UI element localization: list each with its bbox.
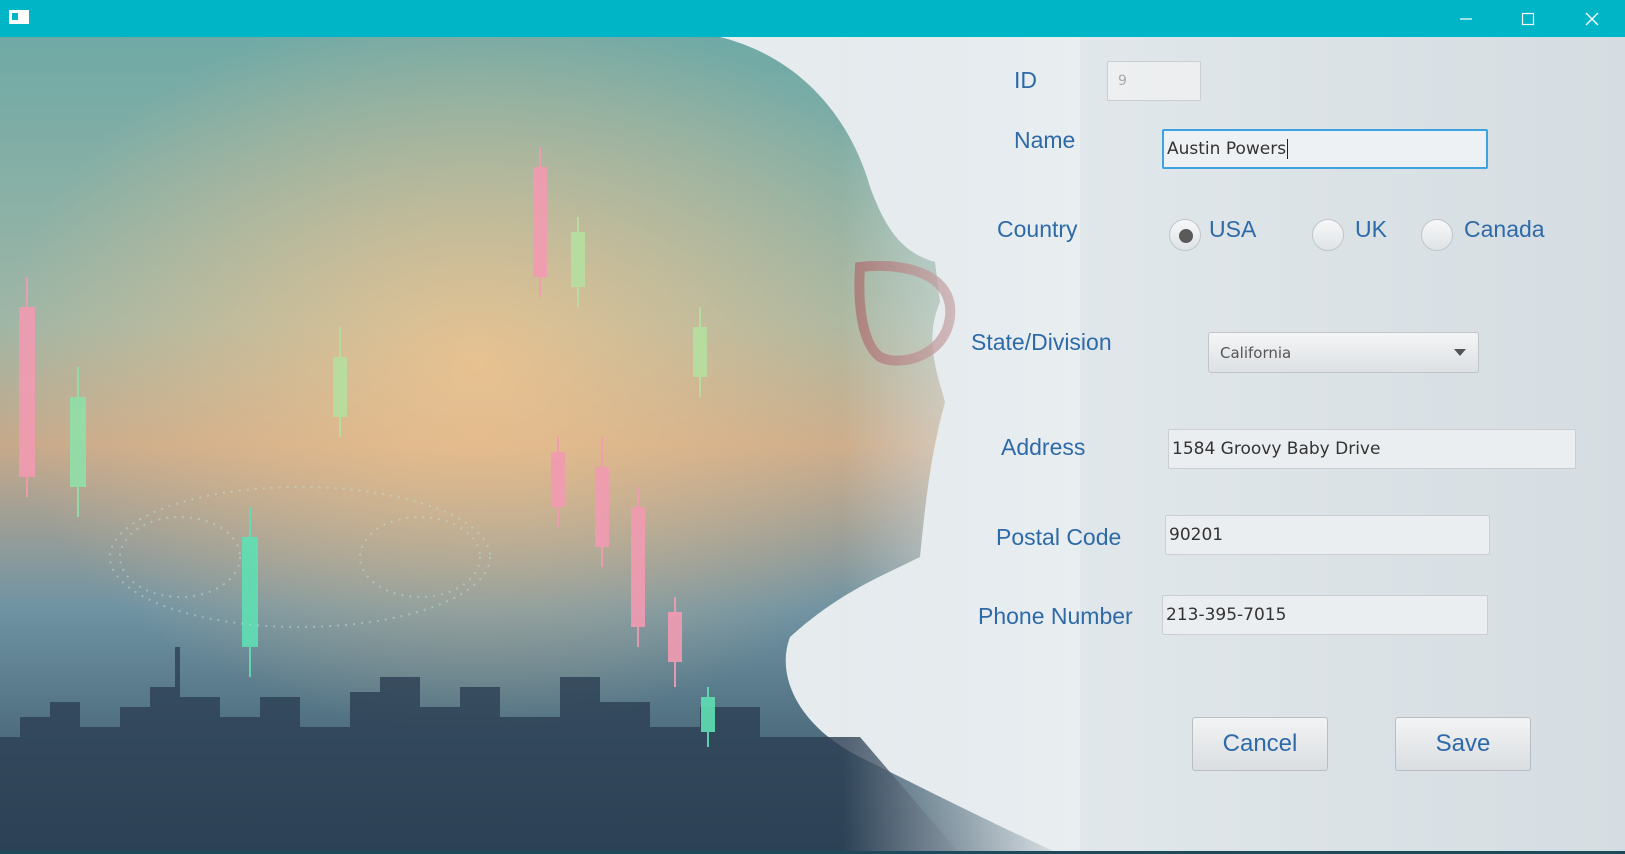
country-label: Country	[997, 216, 1078, 242]
chevron-down-icon	[1454, 349, 1466, 356]
radio-canada[interactable]	[1421, 219, 1453, 251]
name-value: Austin Powers	[1167, 139, 1287, 159]
address-label: Address	[1001, 434, 1086, 460]
state-dropdown[interactable]: California	[1208, 332, 1479, 373]
save-button[interactable]: Save	[1395, 717, 1531, 771]
id-field: 9	[1107, 61, 1201, 101]
form-window: ID 9 Name Austin Powers Country USA UK C…	[0, 37, 1625, 854]
radio-canada-label[interactable]: Canada	[1464, 216, 1545, 243]
address-field[interactable]: 1584 Groovy Baby Drive	[1168, 429, 1576, 469]
radio-usa[interactable]	[1169, 219, 1201, 251]
phone-number-value: 213-395-7015	[1166, 605, 1287, 625]
title-bar	[0, 0, 1625, 37]
id-value: 9	[1118, 73, 1127, 89]
app-icon[interactable]	[9, 10, 29, 24]
minimize-button[interactable]	[1436, 0, 1496, 37]
background-artwork	[0, 37, 1080, 854]
minimize-icon	[1460, 17, 1472, 20]
state-selected-value: California	[1220, 343, 1292, 362]
maximize-button[interactable]	[1498, 0, 1558, 37]
id-label: ID	[1014, 67, 1037, 93]
address-value: 1584 Groovy Baby Drive	[1172, 439, 1381, 459]
state-label: State/Division	[971, 329, 1112, 355]
postal-code-label: Postal Code	[996, 524, 1122, 550]
maximize-icon	[1521, 12, 1535, 25]
phone-number-label: Phone Number	[978, 603, 1133, 629]
name-label: Name	[1014, 127, 1076, 153]
cancel-button[interactable]: Cancel	[1192, 717, 1328, 771]
close-button[interactable]	[1562, 0, 1622, 37]
postal-code-value: 90201	[1169, 525, 1224, 545]
phone-number-field[interactable]: 213-395-7015	[1162, 595, 1488, 635]
postal-code-field[interactable]: 90201	[1165, 515, 1490, 555]
radio-uk[interactable]	[1312, 219, 1344, 251]
name-field[interactable]: Austin Powers	[1162, 129, 1488, 169]
radio-uk-label[interactable]: UK	[1355, 216, 1387, 243]
text-caret	[1287, 139, 1289, 159]
close-icon	[1585, 12, 1599, 25]
radio-usa-label[interactable]: USA	[1209, 216, 1256, 243]
